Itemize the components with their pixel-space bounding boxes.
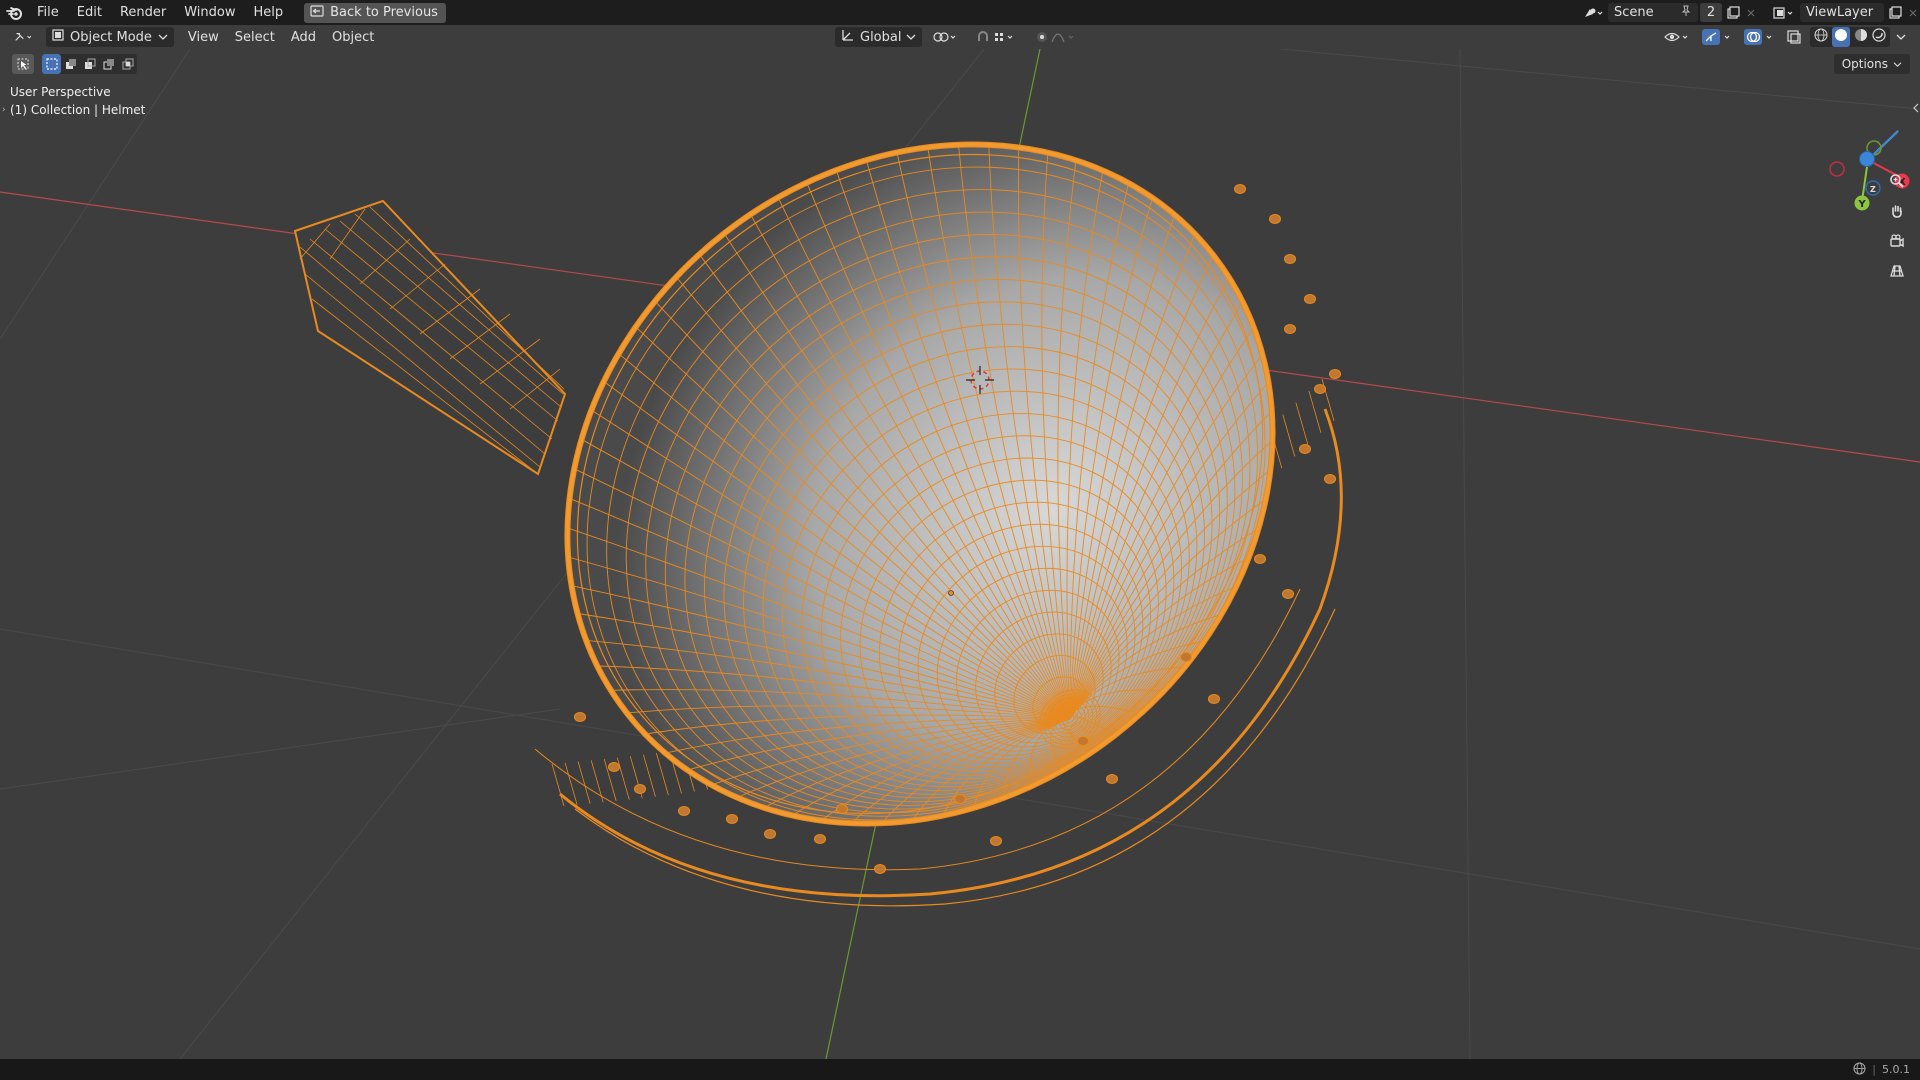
scene-name-field[interactable]: Scene (1608, 3, 1698, 22)
gizmo-z-label: Z (1870, 185, 1876, 194)
menu-object[interactable]: Object (326, 27, 380, 47)
view-layer-field[interactable]: ViewLayer (1800, 3, 1884, 22)
select-subtract-icon[interactable] (80, 54, 99, 74)
back-icon (310, 4, 324, 21)
shading-options-chevron-icon[interactable] (1896, 27, 1906, 47)
transform-orientation-label: Global (860, 29, 902, 45)
new-scene-icon[interactable] (1722, 3, 1744, 23)
3d-viewport[interactable]: X Y Z User Perspective (1) Collection | … (0, 49, 1920, 1059)
menu-edit[interactable]: Edit (68, 0, 111, 25)
status-bar: | 5.0.1 (0, 1059, 1920, 1080)
menu-view[interactable]: View (182, 27, 225, 47)
select-new-icon[interactable] (42, 54, 61, 74)
pin-icon[interactable] (1680, 5, 1692, 21)
camera-icon[interactable] (1884, 228, 1910, 254)
back-to-previous-label: Back to Previous (330, 5, 438, 20)
new-viewlayer-icon[interactable] (1884, 3, 1906, 23)
collection-expand-icon[interactable]: › (2, 105, 6, 115)
orientation-icon (841, 28, 855, 46)
object-mode-label: Object Mode (70, 29, 152, 45)
pivot-point-icon[interactable] (926, 27, 966, 47)
options-dropdown[interactable]: Options (1833, 54, 1910, 74)
helmet-bowl (534, 141, 1343, 907)
wireframe-shading-icon[interactable] (1814, 28, 1828, 46)
viewport-canvas[interactable]: X Y Z (0, 49, 1920, 1059)
collection-label: (1) Collection | Helmet (10, 103, 146, 117)
gizmo-icon[interactable] (1700, 27, 1736, 47)
menu-add[interactable]: Add (285, 27, 322, 47)
gizmo-y-label: Y (1858, 199, 1867, 210)
xray-icon[interactable] (1784, 27, 1804, 47)
editor-type-icon[interactable] (8, 27, 42, 47)
helmet-spike (293, 199, 567, 476)
select-intersect-icon[interactable] (118, 54, 137, 74)
back-to-previous-button[interactable]: Back to Previous (304, 2, 446, 23)
grid-view-icon[interactable] (1884, 258, 1910, 284)
chevron-down-icon (906, 30, 916, 45)
select-extend-icon[interactable] (61, 54, 80, 74)
object-mode-dropdown[interactable]: Object Mode (46, 27, 174, 47)
object-mode-icon (52, 29, 64, 45)
sidebar-toggle-icon[interactable] (1912, 99, 1920, 117)
status-separator: | (1872, 1063, 1876, 1076)
shading-mode-group (1810, 27, 1890, 47)
snap-icon[interactable] (970, 27, 1026, 47)
pan-hand-icon[interactable] (1884, 198, 1910, 224)
transform-orientation-dropdown[interactable]: Global (835, 27, 923, 47)
select-tool-icon[interactable] (12, 54, 34, 74)
solid-shading-icon[interactable] (1832, 27, 1850, 47)
overlay-icon[interactable] (1742, 27, 1778, 47)
version-label: 5.0.1 (1882, 1063, 1910, 1076)
menu-help[interactable]: Help (245, 0, 293, 25)
top-menu-bar: File Edit Render Window Help Back to Pre… (0, 0, 1920, 25)
perspective-label: User Perspective (10, 85, 111, 99)
select-invert-icon[interactable] (99, 54, 118, 74)
object-origin (948, 590, 954, 596)
menu-window[interactable]: Window (175, 0, 244, 25)
menu-render[interactable]: Render (111, 0, 175, 25)
options-label: Options (1841, 57, 1888, 71)
visibility-icon[interactable] (1662, 27, 1694, 47)
rendered-shading-icon[interactable] (1872, 28, 1886, 46)
viewport-header: Object Mode View Select Add Object Globa… (0, 25, 1920, 49)
scene-users-count: 2 (1700, 3, 1722, 22)
close-viewlayer-icon[interactable] (1906, 3, 1920, 23)
scene-name: Scene (1614, 5, 1654, 20)
chevron-down-icon (158, 30, 168, 45)
scene-icon[interactable] (1578, 3, 1608, 23)
view-layer-name: ViewLayer (1806, 5, 1874, 20)
selection-mode-group (42, 54, 137, 74)
chevron-down-icon (1893, 61, 1902, 67)
globe-icon (1853, 1062, 1866, 1078)
zoom-icon[interactable] (1884, 168, 1910, 194)
viewlayer-icon[interactable] (1768, 3, 1800, 23)
proportional-icon[interactable] (1030, 27, 1086, 47)
tool-header-row (12, 54, 137, 74)
material-shading-icon[interactable] (1854, 28, 1868, 46)
blender-logo-icon[interactable] (2, 0, 28, 25)
close-scene-icon[interactable] (1744, 3, 1758, 23)
menu-select[interactable]: Select (229, 27, 281, 47)
menu-file[interactable]: File (28, 0, 68, 25)
